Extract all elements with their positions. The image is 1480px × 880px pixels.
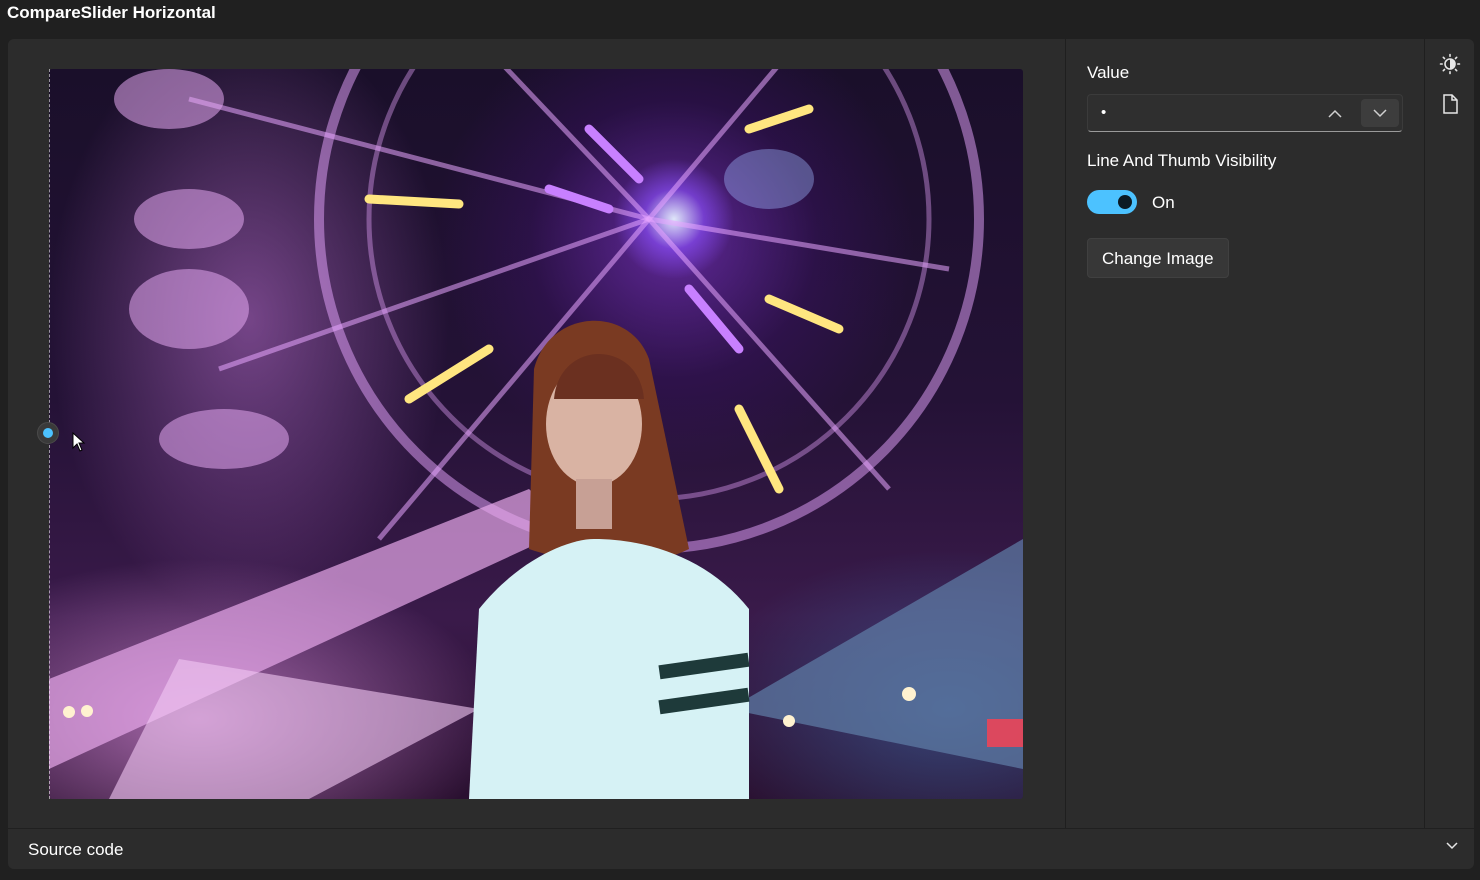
chevron-down-icon[interactable] <box>1446 842 1458 850</box>
mouse-cursor-icon <box>72 432 86 452</box>
options-panel: Value • Line And Thumb Visibility On Cha… <box>1065 39 1425 828</box>
chevron-down-icon <box>1373 108 1387 117</box>
value-number-box[interactable]: • <box>1087 94 1403 132</box>
spin-up-button[interactable] <box>1316 99 1354 127</box>
value-label: Value <box>1087 63 1130 82</box>
compare-slider-thumb[interactable] <box>37 422 59 444</box>
right-tool-rail <box>1424 39 1475 828</box>
document-icon[interactable] <box>1439 93 1461 115</box>
compare-image[interactable] <box>49 69 1023 799</box>
ferris-wheel-illustration <box>49 69 1023 799</box>
visibility-toggle-switch[interactable] <box>1087 190 1137 214</box>
visibility-label: Line And Thumb Visibility <box>1087 151 1277 170</box>
window-title: CompareSlider Horizontal <box>7 3 216 22</box>
example-card: Value • Line And Thumb Visibility On Cha… <box>8 39 1474 828</box>
change-image-button[interactable]: Change Image <box>1087 238 1229 278</box>
source-code-label: Source code <box>28 840 124 859</box>
theme-icon[interactable] <box>1439 53 1461 75</box>
compare-slider-example <box>8 39 1065 828</box>
value-text[interactable]: • <box>1101 104 1106 121</box>
chevron-up-icon <box>1328 109 1342 118</box>
toggle-state-text: On <box>1152 193 1175 212</box>
source-code-expander[interactable]: Source code <box>8 829 1474 869</box>
spin-down-button[interactable] <box>1361 99 1399 127</box>
